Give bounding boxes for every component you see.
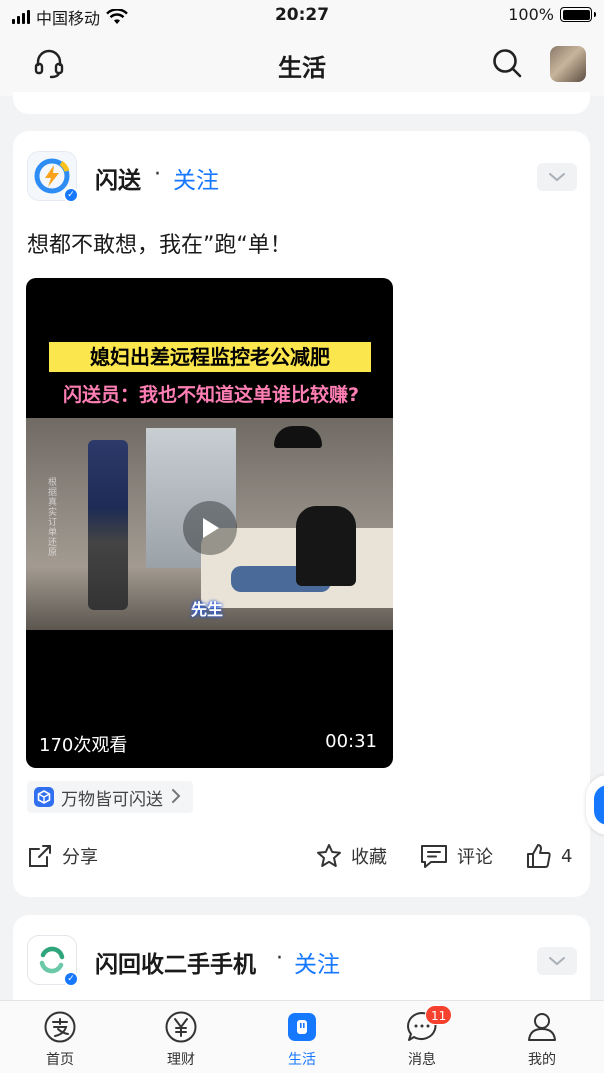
tab-home-label: 首页 bbox=[46, 1052, 74, 1068]
video-player[interactable]: 媳妇出差远程监控老公减肥 闪送员：我也不知道这单谁比较赚? 根据真实订单还原 先… bbox=[26, 278, 393, 768]
chevron-down-icon bbox=[549, 173, 565, 182]
post-text: 想都不敢想，我在”跑“单！ bbox=[27, 233, 292, 258]
alipay-icon bbox=[20, 1009, 100, 1045]
favorite-label: 收藏 bbox=[351, 847, 387, 868]
tab-wealth-label: 理财 bbox=[167, 1052, 195, 1068]
top-header: 生活 bbox=[0, 30, 604, 96]
source-tag-label: 万物皆可闪送 bbox=[61, 789, 163, 810]
status-right: 100% bbox=[508, 5, 596, 24]
verified-badge-icon: ✓ bbox=[63, 971, 79, 987]
message-icon: 11 bbox=[382, 1005, 462, 1045]
tab-life[interactable]: 生活 bbox=[262, 1009, 342, 1069]
view-count: 170次观看 bbox=[39, 735, 128, 756]
video-duration: 00:31 bbox=[325, 731, 377, 752]
recycle-logo-icon bbox=[39, 946, 65, 974]
like-button[interactable]: 4 bbox=[525, 842, 572, 870]
bottom-tab-bar: 首页 理财 生活 11 消息 我的 bbox=[0, 1000, 604, 1073]
share-icon bbox=[29, 845, 51, 867]
next-account-avatar[interactable]: ✓ bbox=[27, 935, 79, 987]
search-icon[interactable] bbox=[490, 46, 524, 84]
verified-badge-icon: ✓ bbox=[63, 187, 79, 203]
comment-button[interactable]: 评论 bbox=[419, 842, 493, 870]
battery-icon bbox=[560, 7, 596, 22]
more-options-button[interactable] bbox=[537, 163, 577, 191]
post-actions: 分享 收藏 评论 4 bbox=[13, 836, 590, 876]
next-more-options-button[interactable] bbox=[537, 947, 577, 975]
video-caption: 先生 bbox=[191, 600, 224, 619]
status-bar: 中国移动 20:27 100% bbox=[0, 0, 604, 30]
follow-button[interactable]: 关注 bbox=[173, 161, 219, 195]
source-tag[interactable]: 万物皆可闪送 bbox=[27, 781, 193, 813]
comment-label: 评论 bbox=[457, 847, 493, 868]
video-banner-title: 媳妇出差远程监控老公减肥 bbox=[49, 342, 371, 372]
next-account-name[interactable]: 闪回收二手手机 bbox=[95, 945, 256, 979]
post-card[interactable]: ✓ 闪送 · 关注 想都不敢想，我在”跑“单！ 媳妇出差远程监控老公减肥 闪送员… bbox=[13, 131, 590, 897]
chevron-down-icon bbox=[549, 957, 565, 966]
next-name-separator: · bbox=[276, 946, 283, 971]
tab-life-label: 生活 bbox=[288, 1052, 316, 1068]
account-name[interactable]: 闪送 bbox=[95, 161, 141, 195]
video-side-caption: 根据真实订单还原 bbox=[48, 478, 58, 558]
thumbs-up-icon bbox=[527, 844, 551, 868]
comment-icon bbox=[421, 845, 447, 868]
play-icon[interactable] bbox=[183, 501, 237, 555]
message-badge: 11 bbox=[425, 1005, 453, 1025]
previous-card-bottom bbox=[13, 92, 590, 114]
share-button[interactable]: 分享 bbox=[26, 842, 98, 870]
like-count: 4 bbox=[561, 845, 573, 867]
chevron-right-icon bbox=[172, 789, 181, 803]
profile-icon bbox=[502, 1009, 582, 1045]
avatar[interactable] bbox=[550, 46, 586, 82]
share-label: 分享 bbox=[62, 847, 98, 868]
tab-home[interactable]: 首页 bbox=[20, 1009, 100, 1069]
tab-messages[interactable]: 11 消息 bbox=[382, 1005, 462, 1069]
battery-label: 100% bbox=[508, 5, 554, 24]
tab-wealth[interactable]: 理财 bbox=[141, 1009, 221, 1069]
tab-profile[interactable]: 我的 bbox=[502, 1009, 582, 1069]
tab-messages-label: 消息 bbox=[408, 1052, 436, 1068]
tab-profile-label: 我的 bbox=[528, 1052, 556, 1068]
life-icon bbox=[262, 1009, 342, 1045]
favorite-button[interactable]: 收藏 bbox=[315, 842, 387, 870]
next-follow-button[interactable]: 关注 bbox=[294, 945, 340, 979]
yuan-icon bbox=[141, 1009, 221, 1045]
cube-logo-icon bbox=[34, 787, 54, 807]
account-avatar[interactable]: ✓ bbox=[27, 151, 79, 203]
video-banner-subtitle: 闪送员：我也不知道这单谁比较赚? bbox=[62, 384, 360, 406]
name-separator: · bbox=[154, 162, 161, 187]
star-icon bbox=[317, 844, 341, 867]
